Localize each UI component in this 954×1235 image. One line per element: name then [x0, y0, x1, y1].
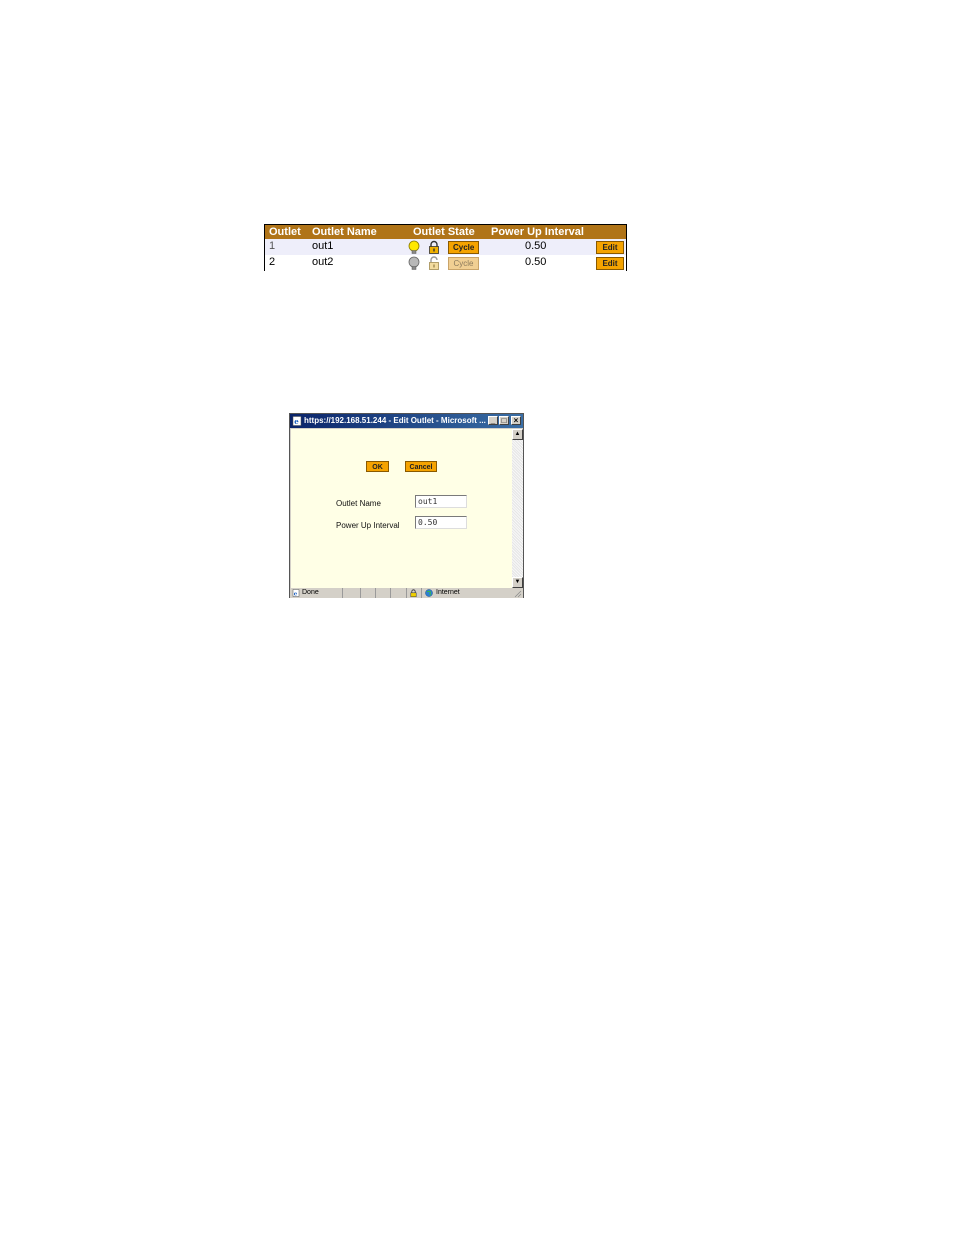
- edit-outlet-form: OK Cancel Outlet Name Power Up Interval: [291, 429, 512, 588]
- power-up-interval-label: Power Up Interval: [336, 521, 400, 530]
- window-titlebar[interactable]: e https://192.168.51.244 - Edit Outlet -…: [290, 414, 523, 428]
- outlet-name: out2: [312, 256, 334, 268]
- cycle-button-disabled: Cycle: [448, 257, 479, 270]
- scroll-up-arrow-icon[interactable]: ▲: [512, 429, 523, 440]
- table-row: 2 out2 Cycle 0.50 Edit: [265, 255, 626, 271]
- vertical-scrollbar[interactable]: ▲ ▼: [512, 429, 523, 588]
- status-text: Done: [302, 589, 319, 596]
- power-up-interval-value: 0.50: [525, 240, 547, 252]
- power-up-interval-value: 0.50: [525, 256, 547, 268]
- cycle-button[interactable]: Cycle: [448, 241, 479, 254]
- status-pane-divider: [421, 588, 422, 598]
- window-title: https://192.168.51.244 - Edit Outlet - M…: [304, 416, 486, 425]
- status-pane-divider: [406, 588, 407, 598]
- outlet-number: 1: [269, 240, 276, 252]
- security-zone-text: Internet: [436, 589, 460, 596]
- header-outlet-name: Outlet Name: [312, 226, 377, 238]
- outlet-number: 2: [269, 256, 276, 268]
- cancel-button[interactable]: Cancel: [405, 461, 437, 472]
- lock-open-icon[interactable]: [428, 256, 440, 270]
- globe-icon: [425, 589, 433, 597]
- resize-grip-icon[interactable]: [514, 590, 522, 598]
- bulb-off-icon[interactable]: [407, 256, 421, 271]
- header-power-up-interval: Power Up Interval: [491, 226, 584, 238]
- status-pane-divider: [375, 588, 376, 598]
- lock-icon: [410, 589, 417, 597]
- power-up-interval-input[interactable]: [415, 516, 467, 529]
- svg-text:e: e: [294, 417, 299, 426]
- outlet-name-label: Outlet Name: [336, 499, 381, 508]
- scroll-down-arrow-icon[interactable]: ▼: [512, 577, 523, 588]
- status-pane-divider: [360, 588, 361, 598]
- table-row: 1 out1 Cycle 0.50 Edit: [265, 239, 626, 255]
- edit-button[interactable]: Edit: [596, 241, 624, 254]
- status-pane-divider: [390, 588, 391, 598]
- close-button[interactable]: ×: [511, 416, 521, 425]
- status-bar: e Done Internet: [290, 588, 523, 598]
- svg-text:e: e: [294, 592, 298, 598]
- status-pane-divider: [342, 588, 343, 598]
- edit-button[interactable]: Edit: [596, 257, 624, 270]
- outlet-name-input[interactable]: [415, 495, 467, 508]
- outlet-name: out1: [312, 240, 334, 252]
- page-done-icon: e: [292, 589, 300, 597]
- ok-button[interactable]: OK: [366, 461, 389, 472]
- outlet-table: Outlet Outlet Name Outlet State Power Up…: [264, 224, 627, 271]
- table-header: Outlet Outlet Name Outlet State Power Up…: [265, 225, 626, 239]
- lock-closed-icon[interactable]: [428, 240, 440, 254]
- edit-outlet-window: e https://192.168.51.244 - Edit Outlet -…: [289, 413, 524, 598]
- ie-page-icon: e: [292, 416, 302, 426]
- header-outlet: Outlet: [269, 226, 301, 238]
- header-outlet-state: Outlet State: [413, 226, 475, 238]
- minimize-button[interactable]: _: [488, 416, 498, 425]
- bulb-on-icon[interactable]: [407, 240, 421, 255]
- maximize-button[interactable]: □: [499, 416, 509, 425]
